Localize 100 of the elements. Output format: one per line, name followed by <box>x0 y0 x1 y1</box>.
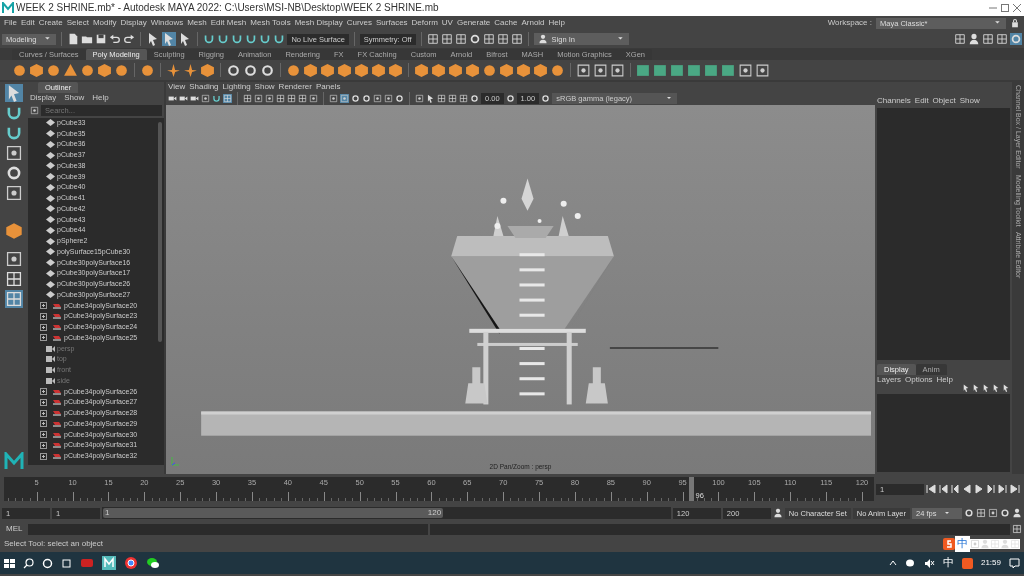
browser-icon[interactable] <box>124 556 138 570</box>
menu-item[interactable]: Mesh <box>187 18 207 28</box>
input-method-logo-icon[interactable] <box>943 538 955 550</box>
panel-toggle-icon[interactable] <box>954 33 966 45</box>
command-input[interactable] <box>28 523 429 535</box>
viewport-tool-icon[interactable] <box>426 94 435 103</box>
command-language-toggle[interactable]: MEL <box>2 524 27 534</box>
menu-item[interactable]: Help <box>936 374 954 385</box>
go-to-end-icon[interactable] <box>1010 484 1020 494</box>
redo-icon[interactable] <box>123 33 136 45</box>
render-tool-icon[interactable] <box>468 33 481 45</box>
menu-item[interactable]: Select <box>66 18 89 28</box>
cube-icon[interactable] <box>414 62 429 78</box>
expand-icon[interactable] <box>40 398 47 406</box>
cube-icon[interactable] <box>371 62 386 78</box>
ring-icon[interactable] <box>260 62 275 78</box>
group-icon[interactable] <box>52 387 62 396</box>
sphere-icon[interactable] <box>46 62 61 78</box>
menu-item[interactable]: Panels <box>315 82 341 92</box>
tool-icon[interactable] <box>576 62 591 78</box>
script-editor-icon[interactable] <box>1012 524 1022 534</box>
viewport-tool-icon[interactable] <box>384 94 393 103</box>
menu-item[interactable]: Display <box>120 18 147 28</box>
sphere-icon[interactable] <box>550 62 565 78</box>
chat-app-icon[interactable] <box>904 557 916 569</box>
menu-item[interactable]: Show <box>959 96 980 106</box>
viewport-tool-icon[interactable] <box>190 94 199 103</box>
menu-item[interactable]: Show <box>64 93 85 103</box>
task-view-icon[interactable] <box>61 557 72 569</box>
circle-icon[interactable] <box>42 557 53 569</box>
group-icon[interactable] <box>52 301 62 310</box>
cone-icon[interactable] <box>63 62 78 78</box>
snap-icon[interactable] <box>273 33 286 45</box>
viewport-tool-icon[interactable] <box>362 94 371 103</box>
tool-icon[interactable] <box>610 62 625 78</box>
filter-icon[interactable] <box>30 105 39 115</box>
menu-item[interactable]: Modify <box>92 18 117 28</box>
undo-icon[interactable] <box>109 33 122 45</box>
cube-icon[interactable] <box>388 62 403 78</box>
viewport-tool-icon[interactable] <box>243 94 252 103</box>
menu-item[interactable]: Options <box>905 374 933 385</box>
cube-icon[interactable] <box>337 62 352 78</box>
caret-up-icon[interactable] <box>888 559 897 567</box>
viewport-tool-icon[interactable] <box>395 94 404 103</box>
panel-toggle-icon[interactable] <box>968 33 980 45</box>
snap-icon[interactable] <box>231 33 244 45</box>
search-icon[interactable] <box>23 557 34 569</box>
play-backward-icon[interactable] <box>962 484 972 494</box>
folder-icon[interactable] <box>81 33 94 45</box>
viewport-tool-icon[interactable] <box>415 94 424 103</box>
expand-icon[interactable] <box>40 431 47 439</box>
windows-logo-icon[interactable] <box>4 557 15 569</box>
expand-icon[interactable] <box>40 323 47 331</box>
notification-icon[interactable] <box>1009 557 1020 569</box>
menu-item[interactable]: Surfaces <box>376 18 408 28</box>
uv-tool-icon[interactable] <box>670 62 685 78</box>
viewport-tool-icon[interactable] <box>212 94 221 103</box>
viewport-tool-icon[interactable] <box>309 94 318 103</box>
cube-icon[interactable] <box>354 62 369 78</box>
menu-item[interactable]: Shading <box>189 82 219 92</box>
snap-icon[interactable] <box>217 33 230 45</box>
chat-app-icon[interactable] <box>146 556 160 570</box>
menu-item[interactable]: Arnold <box>521 18 545 28</box>
camera-icon[interactable] <box>46 356 55 363</box>
camera-icon[interactable] <box>46 345 55 352</box>
sphere-icon[interactable] <box>140 62 155 78</box>
expand-icon[interactable] <box>40 302 47 310</box>
viewport-tool-icon[interactable] <box>179 94 188 103</box>
cube-icon[interactable] <box>533 62 548 78</box>
go-to-start-icon[interactable] <box>926 484 936 494</box>
menu-item[interactable]: Object <box>932 96 956 106</box>
expand-icon[interactable] <box>40 388 47 396</box>
expand-icon[interactable] <box>40 312 47 320</box>
viewport-tool-icon[interactable] <box>168 94 177 103</box>
snap-icon[interactable] <box>203 33 216 45</box>
menu-item[interactable]: Help <box>92 93 109 103</box>
select-mode-icon[interactable] <box>162 32 177 46</box>
cube-icon[interactable] <box>97 62 112 78</box>
uv-tool-icon[interactable] <box>687 62 702 78</box>
file-icon[interactable] <box>67 33 80 45</box>
expand-icon[interactable] <box>40 420 47 428</box>
snap-icon[interactable] <box>259 33 272 45</box>
menu-item[interactable]: Mesh Tools <box>250 18 291 28</box>
menu-item[interactable]: Layers <box>877 374 901 385</box>
person-icon[interactable] <box>1012 508 1022 518</box>
menu-item[interactable]: Edit Mesh <box>210 18 247 28</box>
viewport-tool-icon[interactable] <box>265 94 274 103</box>
menu-item[interactable]: UV <box>441 18 453 28</box>
menu-item[interactable]: Renderer <box>278 82 312 92</box>
uv-tool-icon[interactable] <box>704 62 719 78</box>
group-icon[interactable] <box>52 409 62 418</box>
menu-item[interactable]: Deform <box>411 18 438 28</box>
render-tool-icon[interactable] <box>510 33 523 45</box>
viewport-tool-icon[interactable] <box>437 94 446 103</box>
viewport-tool-icon[interactable] <box>373 94 382 103</box>
menu-item[interactable]: Show <box>254 82 275 92</box>
render-tool-icon[interactable] <box>440 33 453 45</box>
clock[interactable]: 21:59 <box>980 558 1001 568</box>
menu-item[interactable]: Channels <box>877 96 911 106</box>
group-icon[interactable] <box>52 419 62 428</box>
